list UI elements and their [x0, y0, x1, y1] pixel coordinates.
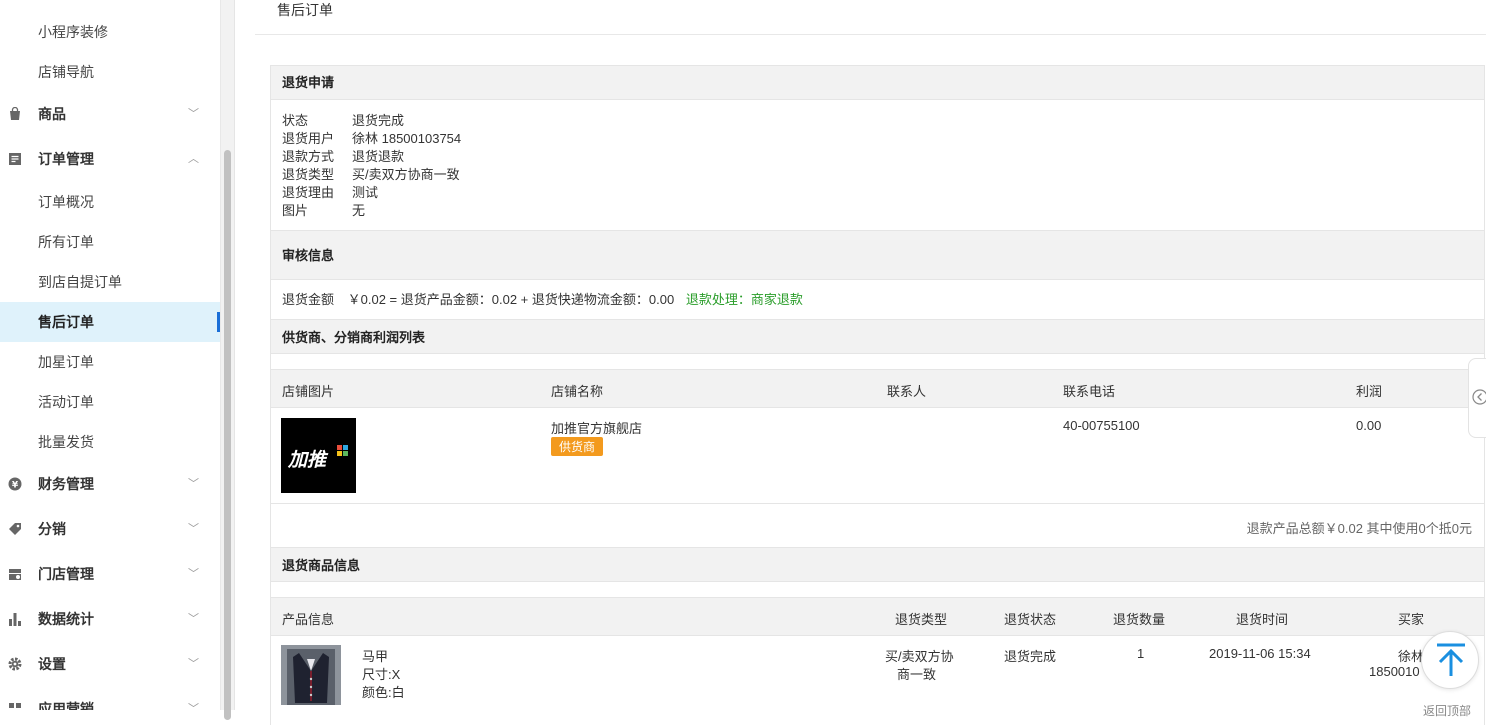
return-goods-heading: 退货商品信息	[271, 547, 1484, 582]
col-contact: 联系人	[887, 384, 927, 399]
sidebar: 小程序装修 店铺导航 商品 ﹀ 订单管理 ︿ 订单概况 所有订单 到店自提订单 …	[0, 0, 221, 710]
return-type-row: 退货类型 买/卖双方协商一致	[282, 167, 460, 182]
return-type-line1: 买/卖双方协	[885, 649, 954, 664]
divider	[255, 34, 1486, 35]
return-image-row: 图片无	[282, 203, 366, 218]
back-to-top-label: 返回顶部	[1423, 704, 1472, 718]
sidebar-item-pickup-orders[interactable]: 到店自提订单	[0, 262, 220, 302]
return-request-heading: 退货申请	[271, 66, 1484, 100]
sidebar-item-finance[interactable]: ¥ 财务管理 ﹀	[0, 462, 220, 506]
bag-icon	[10, 107, 20, 120]
store-phone: 40-00755100	[1063, 418, 1140, 433]
return-time-value: 2019-11-06 15:34	[1209, 646, 1311, 661]
return-qty-value: 1	[1137, 646, 1145, 661]
table-row: 加推 加推官方旗舰店 供货商 40-00755100 0.00	[271, 408, 1484, 504]
col-store-image: 店铺图片	[282, 384, 335, 399]
sidebar-item-miniprogram-decor[interactable]: 小程序装修	[0, 12, 220, 52]
sidebar-item-activity-orders[interactable]: 活动订单	[0, 382, 220, 422]
money-icon: ¥	[8, 477, 22, 491]
return-type-line2: 商一致	[897, 667, 937, 682]
sidebar-item-statistics[interactable]: 数据统计 ﹀	[0, 597, 220, 641]
col-profit: 利润	[1356, 384, 1383, 399]
scrollbar-thumb[interactable]	[224, 150, 231, 720]
col-buyer: 买家	[1398, 612, 1425, 627]
col-return-type: 退货类型	[895, 612, 948, 627]
col-product-info: 产品信息	[282, 612, 335, 627]
aftersale-detail-panel: 退货申请 状态 退货完成 退货用户 徐林 18500103754 退款方式 退货退款 …	[270, 65, 1485, 725]
sidebar-item-all-orders[interactable]: 所有订单	[0, 222, 220, 262]
chevron-down-icon: ﹀	[188, 108, 199, 120]
sidebar-item-settings[interactable]: 设置 ﹀	[0, 642, 220, 686]
sidebar-item-store-manage[interactable]: 门店管理 ﹀	[0, 552, 220, 596]
chevron-down-icon: ﹀	[188, 523, 199, 535]
buyer-phone: 1850010	[1369, 664, 1420, 679]
col-return-time: 退货时间	[1236, 612, 1289, 627]
store-logo-text: 加推	[288, 450, 327, 471]
svg-text:¥: ¥	[12, 481, 19, 491]
return-reason-row: 退货理由 测试	[282, 185, 379, 200]
goods-table-header: 产品信息 退货类型 退货状态 退货数量 退货时间 买家	[271, 597, 1484, 636]
product-spec-size: 尺寸:X	[362, 667, 401, 682]
store-name: 加推官方旗舰店	[551, 421, 643, 436]
refund-handling: 退款处理：商家退款	[685, 292, 803, 307]
main-content: 售后订单 退货申请 状态 退货完成 退货用户 徐林 18500103754 退款方式…	[255, 0, 1486, 725]
logo-mark-icon	[337, 445, 348, 456]
sidebar-item-batch-ship[interactable]: 批量发货	[0, 422, 220, 462]
profit-table-header: 店铺图片 店铺名称 联系人 联系电话 利润	[271, 369, 1484, 408]
product-image-vest	[281, 645, 341, 705]
return-status-value: 退货完成	[1004, 649, 1057, 664]
chevron-up-icon: ︿	[188, 153, 199, 165]
chevron-down-icon: ﹀	[188, 613, 199, 625]
sidebar-item-starred-orders[interactable]: 加星订单	[0, 342, 220, 382]
return-info-list: 状态 退货完成 退货用户 徐林 18500103754 退款方式 退货退款 退货类型买…	[282, 112, 461, 220]
refund-method-row: 退款方式 退货退款	[282, 149, 405, 164]
chevron-down-icon: ﹀	[188, 568, 199, 580]
sidebar-item-goods[interactable]: 商品 ﹀	[0, 92, 220, 136]
return-user-row: 退货用户 徐林 18500103754	[282, 131, 462, 146]
chevron-left-icon	[1472, 389, 1486, 405]
bar-chart-icon	[9, 613, 21, 626]
product-spec-color: 颜色:白	[362, 685, 405, 700]
col-return-status: 退货状态	[1004, 612, 1057, 627]
col-phone: 联系电话	[1063, 384, 1116, 399]
review-heading: 审核信息	[271, 230, 1484, 280]
apps-grid-icon	[9, 703, 21, 708]
order-doc-icon	[9, 153, 21, 165]
chevron-down-icon: ﹀	[188, 478, 199, 490]
sidebar-item-app-marketing[interactable]: 应用营销 ﹀	[0, 687, 220, 710]
refund-summary: 退款产品总额￥0.02 其中使用0个抵0元	[1246, 521, 1472, 536]
profit-list-heading: 供货商、分销商利润列表	[271, 319, 1484, 354]
arrow-up-icon	[1437, 643, 1465, 676]
col-return-qty: 退货数量	[1113, 612, 1166, 627]
gear-icon	[8, 657, 22, 671]
back-to-top-button[interactable]	[1421, 631, 1479, 689]
sidebar-item-aftersale-orders[interactable]: 售后订单	[0, 302, 220, 342]
supplier-badge: 供货商	[551, 437, 604, 456]
product-name[interactable]: 马甲	[362, 646, 388, 665]
sidebar-item-order-overview[interactable]: 订单概况	[0, 182, 220, 222]
return-status-row: 状态 退货完成	[282, 113, 405, 128]
chevron-down-icon: ﹀	[188, 703, 199, 710]
refund-amount-line: 退货金额 ￥0.02 = 退货产品金额：0.02 + 退货快递物流金额：0.00…	[282, 291, 803, 309]
sidebar-scrollbar[interactable]	[221, 0, 235, 720]
tag-icon	[9, 523, 21, 535]
refund-amount-formula: ￥0.02 = 退货产品金额：0.02 + 退货快递物流金额：0.00	[347, 292, 675, 307]
store-profit: 0.00	[1356, 418, 1382, 433]
sidebar-item-distribution[interactable]: 分销 ﹀	[0, 507, 220, 551]
sidebar-item-store-nav[interactable]: 店铺导航	[0, 52, 220, 92]
store-logo: 加推	[281, 418, 356, 493]
chevron-down-icon: ﹀	[188, 658, 199, 670]
table-row: 马甲 尺寸:X 颜色:白 买/卖双方协 商一致 退货完成 1 2019-11-0…	[271, 636, 1484, 726]
store-icon	[9, 569, 21, 580]
refund-amount-label: 退货金额	[282, 292, 335, 307]
col-store-name: 店铺名称	[551, 384, 604, 399]
collapse-panel-tab[interactable]	[1468, 358, 1486, 438]
page-title: 售后订单	[277, 2, 333, 18]
sidebar-item-order-manage[interactable]: 订单管理 ︿	[0, 137, 220, 181]
